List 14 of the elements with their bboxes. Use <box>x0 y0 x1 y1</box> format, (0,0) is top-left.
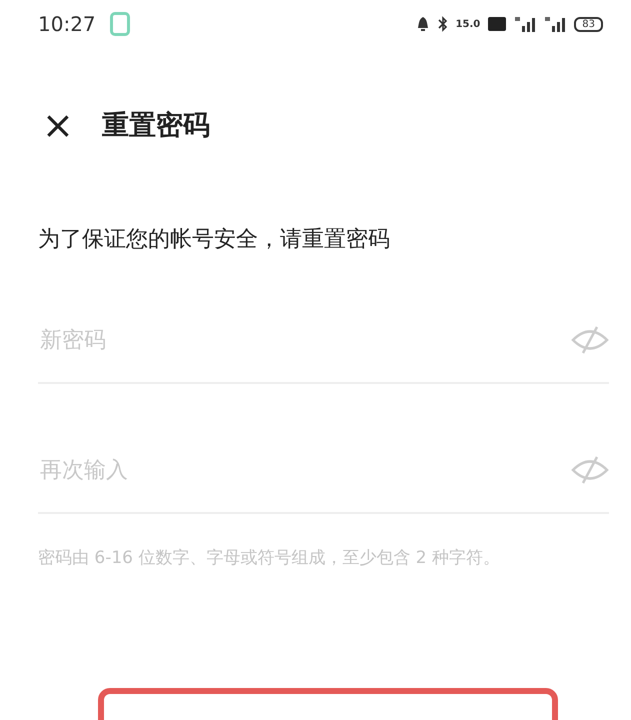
signal-icon <box>544 16 566 32</box>
page-title: 重置密码 <box>102 109 210 143</box>
status-time: 10:27 <box>38 12 96 36</box>
eye-slash-icon[interactable] <box>571 325 609 355</box>
close-button[interactable]: × <box>36 106 80 144</box>
network-speed: 15.0 <box>456 18 480 30</box>
bluetooth-icon <box>438 16 448 32</box>
instruction-text: 为了保证您的帐号安全，请重置密码 <box>38 226 391 254</box>
eye-slash-icon[interactable] <box>571 455 609 485</box>
signal-icon <box>514 16 536 32</box>
password-rule-hint: 密码由 6-16 位数字、字母或符号组成，至少包含 2 种字符。 <box>38 547 502 570</box>
battery-indicator: 83 <box>574 16 603 32</box>
app-notification-icon <box>110 12 130 36</box>
alarm-icon <box>416 16 430 32</box>
